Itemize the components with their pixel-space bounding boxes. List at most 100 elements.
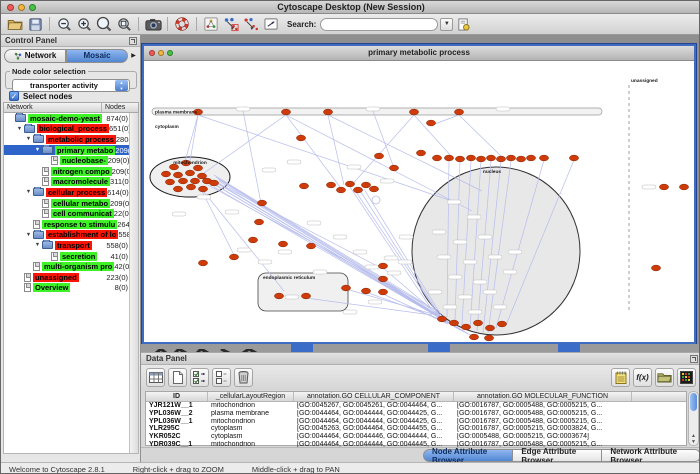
expand-arrow-icon[interactable]: ▼ — [15, 126, 24, 132]
delete-attribute-button[interactable] — [234, 368, 253, 387]
tree-row[interactable]: ▼cellular process614(0) — [4, 187, 138, 198]
tree-row[interactable]: ▼metabolic process280(0) — [4, 134, 138, 145]
tree-row[interactable]: cell communicat22(0) — [4, 208, 138, 219]
network-node[interactable] — [455, 156, 464, 162]
expand-arrow-icon[interactable]: ▼ — [24, 232, 33, 238]
tree-row[interactable]: mosaic-demo-yeast874(0) — [4, 113, 138, 124]
table-row[interactable]: YPL036W__2plasma membrane[GO:0044464, GO… — [146, 410, 686, 418]
expand-arrow-icon[interactable]: ▼ — [24, 189, 33, 195]
network-node[interactable] — [254, 219, 263, 225]
zoom-in-button[interactable] — [74, 15, 94, 33]
table-row[interactable]: YJR121W__1mitochondrion[GO:0045267, GO:0… — [146, 402, 686, 410]
network-node[interactable] — [389, 165, 398, 171]
network-node[interactable] — [486, 155, 495, 161]
new-attribute-button[interactable] — [168, 368, 187, 387]
network-node[interactable] — [173, 186, 182, 192]
network-node[interactable] — [444, 155, 453, 161]
network-node[interactable] — [361, 288, 370, 294]
table-row[interactable]: YKR052Ccytoplasm[GO:0044464, GO:0044446,… — [146, 433, 686, 441]
network-node[interactable] — [484, 335, 493, 341]
network-node[interactable] — [186, 184, 195, 190]
layout-nodes-button[interactable] — [221, 15, 241, 33]
network-node[interactable] — [679, 184, 688, 190]
network-node[interactable] — [378, 263, 387, 269]
network-node[interactable] — [161, 171, 170, 177]
network-node[interactable] — [409, 109, 418, 115]
zoom-fit-button[interactable] — [114, 15, 134, 33]
network-node[interactable] — [248, 237, 257, 243]
zoom-out-button[interactable] — [54, 15, 74, 33]
network-node[interactable] — [229, 254, 238, 260]
network-node[interactable] — [426, 120, 435, 126]
tree-row[interactable]: ▼primary metabo209(... — [4, 145, 138, 156]
network-node[interactable] — [496, 156, 505, 162]
network-node[interactable] — [437, 316, 446, 322]
column-header[interactable]: annotation.GO MOLECULAR_FUNCTION — [454, 392, 632, 401]
tree-row[interactable]: ▼biological_process651(0) — [4, 124, 138, 135]
network-node[interactable] — [323, 109, 332, 115]
network-node[interactable] — [274, 293, 283, 299]
expand-arrow-icon[interactable]: ▼ — [24, 136, 33, 142]
network-node[interactable] — [306, 243, 315, 249]
region-nucleus[interactable] — [412, 167, 580, 335]
network-node[interactable] — [173, 172, 182, 178]
tree-row[interactable]: macromolecule311(0) — [4, 177, 138, 188]
tree-row[interactable]: ▼transport558(0) — [4, 240, 138, 251]
network-node[interactable] — [449, 320, 458, 326]
network-node[interactable] — [353, 187, 362, 193]
network-node[interactable] — [497, 321, 506, 327]
network-node[interactable] — [341, 285, 350, 291]
table-scrollbar[interactable]: ▲▼ — [688, 391, 699, 446]
tree-row[interactable]: secretion41(0) — [4, 251, 138, 262]
network-node[interactable] — [432, 155, 441, 161]
network-node[interactable] — [378, 276, 387, 282]
notepad-button[interactable] — [611, 368, 630, 387]
network-node[interactable] — [361, 182, 370, 188]
network-node[interactable] — [198, 186, 207, 192]
tab-network[interactable]: Network — [4, 49, 66, 63]
annotation-button[interactable] — [261, 15, 281, 33]
tab-edge-attribute-browser[interactable]: Edge Attribute Browser — [513, 449, 602, 462]
expand-arrow-icon[interactable]: ▼ — [33, 242, 42, 248]
tree-row[interactable]: cellular metabo209(0) — [4, 198, 138, 209]
network-node[interactable] — [416, 150, 425, 156]
network-node[interactable] — [569, 155, 578, 161]
tree-row[interactable]: multi-organism pro42(0) — [4, 261, 138, 272]
layout-selected-button[interactable] — [241, 15, 261, 33]
help-button[interactable] — [172, 15, 192, 33]
search-input[interactable] — [320, 18, 438, 31]
tree-row[interactable]: unassigned223(0) — [4, 272, 138, 283]
column-header[interactable]: annotation.GO CELLULAR_COMPONENT — [294, 392, 454, 401]
network-node[interactable] — [209, 180, 218, 186]
network-node[interactable] — [378, 289, 387, 295]
heatmap-button[interactable] — [677, 368, 696, 387]
network-node[interactable] — [345, 181, 354, 187]
select-attributes-button[interactable] — [190, 368, 209, 387]
tree-row[interactable]: response to stimulu264(0) — [4, 219, 138, 230]
network-node[interactable] — [454, 109, 463, 115]
network-node[interactable] — [485, 325, 494, 331]
float-panel-icon[interactable] — [129, 37, 137, 45]
network-node[interactable] — [473, 320, 482, 326]
tree-row[interactable]: ▼establishment of lo558(0) — [4, 230, 138, 241]
network-node[interactable] — [374, 153, 383, 159]
unselect-attributes-button[interactable] — [212, 368, 231, 387]
expand-arrow-icon[interactable]: ▼ — [33, 147, 42, 153]
tree-row[interactable]: nitrogen compo209(0) — [4, 166, 138, 177]
search-settings-button[interactable] — [453, 15, 473, 33]
select-nodes-checkbox[interactable]: ✓ — [9, 91, 19, 101]
scrollbar-thumb[interactable] — [690, 393, 697, 411]
network-column-header[interactable]: Network — [4, 103, 102, 112]
tree-row[interactable]: nucleobase-209(0) — [4, 155, 138, 166]
tab-node-attribute-browser[interactable]: Node Attribute Browser — [423, 449, 513, 462]
network-overview-button[interactable] — [201, 15, 221, 33]
save-session-button[interactable] — [25, 15, 45, 33]
network-node[interactable] — [185, 170, 194, 176]
network-node[interactable] — [539, 155, 548, 161]
column-header[interactable]: _cellularLayoutRegion — [208, 392, 294, 401]
zoom-selected-button[interactable] — [94, 15, 114, 33]
network-node[interactable] — [296, 135, 305, 141]
network-node[interactable] — [326, 182, 335, 188]
table-row[interactable]: YPL036W__1mitochondrion[GO:0044464, GO:0… — [146, 418, 686, 426]
network-node[interactable] — [190, 178, 199, 184]
